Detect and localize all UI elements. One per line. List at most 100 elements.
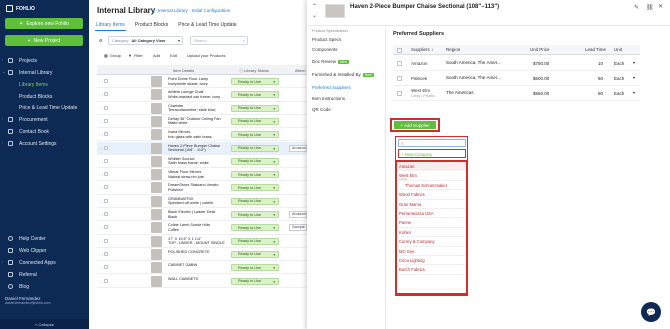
item-name[interactable]: Black Electric | Ladder Desk Black: [168, 210, 228, 220]
unit-select[interactable]: Each: [614, 76, 624, 81]
row-checkbox[interactable]: [104, 92, 108, 97]
row-checkbox[interactable]: [104, 265, 108, 270]
tab-product-blocks[interactable]: Product Blocks: [134, 21, 169, 31]
unit-select[interactable]: Each: [614, 61, 624, 66]
item-name[interactable]: WALL CABINETS: [168, 277, 228, 287]
unit-price-field[interactable]: $750.00: [533, 61, 549, 66]
item-name[interactable]: Haven 2-Piece Bumper Chaise Sectional (10…: [168, 144, 228, 154]
table-row[interactable]: ⋮⋮ Vilmar Floor Mirrors Natural straw rim …: [97, 168, 307, 182]
supplier-search-input[interactable]: ⌕: [398, 139, 466, 147]
status-select[interactable]: Ready to Use ▾: [231, 277, 279, 285]
row-checkbox[interactable]: [104, 225, 108, 230]
table-row[interactable]: ⋮⋮ Point Dome Floor Lamp Ivory/white shade…: [97, 75, 307, 89]
tab-price-lead-time[interactable]: Price & Lead Time Update: [177, 21, 237, 31]
category-select[interactable]: Category: All Category View ▾: [108, 36, 183, 45]
status-select[interactable]: Ready to Use ▾: [231, 184, 279, 192]
panel-nav-preferred-suppliers[interactable]: Preferred Suppliers: [312, 85, 351, 90]
status-select[interactable]: Ready to Use ▾: [231, 197, 279, 205]
sidebar-item-connected-apps[interactable]: › Connected Apps: [0, 257, 89, 268]
table-row[interactable]: ⋮⋮ Ivana Mirrors Iron glass with satin bra…: [97, 128, 307, 142]
close-icon[interactable]: ✕: [658, 3, 663, 10]
company-option[interactable]: Amazon: [397, 162, 466, 172]
panel-nav-doc-review[interactable]: Doc Review New: [312, 59, 350, 64]
row-checkbox[interactable]: [397, 76, 402, 81]
table-row[interactable]: ⋮⋮ GRAMMATRIX Speckled off-white | cubble R…: [97, 195, 307, 208]
alternate-tag[interactable]: Amazon: [289, 144, 307, 152]
row-checkbox[interactable]: [104, 278, 108, 283]
tab-library-items[interactable]: Library Items: [95, 21, 126, 31]
status-select[interactable]: Ready to Use ▾: [231, 211, 279, 218]
item-name[interactable]: DreamStone Statuario Venato Polished: [168, 183, 228, 193]
company-option[interactable]: Thomas Schoenmaker: [397, 181, 466, 191]
col-lead-time[interactable]: Lead Time: [585, 47, 606, 52]
chevron-down-icon[interactable]: ▾: [633, 75, 635, 80]
new-project-button[interactable]: + New Project: [5, 35, 83, 46]
item-name[interactable]: Ivana Mirrors Iron glass with satin brass: [168, 130, 228, 140]
unit-select[interactable]: Each: [614, 91, 624, 96]
item-name[interactable]: 17" X 19.5" X 1 1/4" TOP - UNDER - MOUNT …: [168, 237, 228, 247]
status-select[interactable]: Ready to Use ▾: [231, 78, 279, 85]
table-row[interactable]: ⋮⋮ DreamStone Statuario Venato Polished Rea…: [97, 181, 307, 195]
status-select[interactable]: Ready to Use ▾: [231, 91, 279, 99]
row-checkbox[interactable]: [104, 198, 108, 203]
item-name[interactable]: Delray 36" Outdoor Ceiling Fan Matte whit…: [168, 117, 228, 127]
supplier-name[interactable]: Palecek: [411, 76, 427, 81]
chevron-up-icon[interactable]: ⌃: [312, 3, 317, 10]
panel-nav-item-instructions[interactable]: Item Instructions: [312, 96, 345, 101]
collapse-sidebar-button[interactable]: « Collapse: [0, 319, 89, 329]
table-row[interactable]: ⋮⋮ POLISHED CONCRETE Ready to Use ▾: [97, 248, 307, 262]
status-select[interactable]: Ready to Use ▾: [231, 131, 279, 139]
search-input[interactable]: Search ⌕: [190, 36, 248, 45]
status-select[interactable]: Ready to Use ▾: [231, 104, 279, 112]
add-button[interactable]: Add: [153, 51, 160, 60]
new-company-option[interactable]: + New Company: [398, 149, 466, 158]
company-option[interactable]: Currey & Company: [397, 237, 466, 247]
supplier-row[interactable]: Amazon South America, The Amer... $750.00 1…: [393, 56, 640, 71]
table-row[interactable]: ⋮⋮ Whittier Sconce Satin brass frame; whit…: [97, 155, 307, 169]
region-select[interactable]: South America, The Amer...: [446, 60, 501, 65]
link-icon[interactable]: ⛓: [646, 4, 654, 11]
col-suppliers[interactable]: Suppliers ↕: [411, 47, 433, 52]
supplier-name[interactable]: Amazon: [411, 61, 428, 66]
sidebar-item-internal-library[interactable]: ⌄ Internal Library: [0, 67, 89, 78]
col-unit-price[interactable]: Unit Price: [530, 47, 550, 52]
filter-button[interactable]: ▼ Filter: [128, 51, 143, 60]
breadcrumb[interactable]: ⓘ Internal Library · Initial Configurati…: [152, 8, 230, 14]
panel-nav-qr-code[interactable]: QR Code: [312, 107, 331, 112]
sidebar-item-referral[interactable]: Referral: [0, 269, 89, 280]
col-item-details[interactable]: Item Details: [173, 68, 194, 73]
col-unit[interactable]: Unit: [614, 47, 622, 52]
upload-products-button[interactable]: Upload your Products: [187, 51, 225, 60]
sidebar-item-blog[interactable]: Blog: [0, 281, 89, 292]
row-checkbox[interactable]: [104, 185, 108, 190]
item-name[interactable]: Athlete Lounge Chair White-washed oak fra…: [168, 90, 228, 100]
company-option[interactable]: Kohler: [397, 228, 466, 238]
unit-price-field[interactable]: $600.00: [533, 76, 549, 81]
select-all-checkbox[interactable]: [397, 48, 402, 53]
panel-nav-product-specs[interactable]: Product Specs: [312, 37, 341, 42]
region-select[interactable]: South America, The Amer...: [446, 75, 501, 80]
item-name[interactable]: Point Dome Floor Lamp Ivory/white shade; …: [168, 77, 228, 87]
sidebar-item-library-items[interactable]: Library Items: [0, 79, 89, 90]
sidebar-item-web-clipper[interactable]: Web Clipper: [0, 245, 89, 256]
table-row[interactable]: ⋮⋮ Delray 36" Outdoor Ceiling Fan Matte wh…: [97, 115, 307, 129]
sidebar-item-price-lead-time[interactable]: Price & Lead Time Update: [0, 102, 89, 113]
table-row[interactable]: ⋮⋮ CABINET GABIN Ready to Use ▾: [97, 261, 307, 275]
sidebar-item-procurement[interactable]: › Procurement: [0, 114, 89, 125]
item-name[interactable]: Whittier Sconce Satin brass frame; white: [168, 157, 228, 167]
unit-price-field[interactable]: $550.00: [533, 91, 549, 96]
company-option[interactable]: Wood Fabrics: [397, 190, 466, 200]
row-checkbox[interactable]: [397, 61, 402, 66]
status-select[interactable]: Ready to Use ▾: [231, 144, 279, 152]
edit-button[interactable]: Edit: [170, 51, 177, 60]
alternate-tag[interactable]: Sample: [289, 224, 307, 232]
row-checkbox[interactable]: [104, 79, 108, 83]
region-select[interactable]: The Americas: [446, 90, 501, 95]
status-select[interactable]: Ready to Use ▾: [231, 171, 279, 179]
group-button[interactable]: ▦ Group: [104, 51, 121, 60]
lead-time-field[interactable]: 10: [598, 61, 603, 66]
user-profile[interactable]: Daniel Fernandez daniel.fernandez@fohlio.…: [5, 296, 50, 305]
company-option[interactable]: Burch Fabrics: [397, 265, 466, 275]
col-region[interactable]: Region: [446, 47, 460, 52]
item-name[interactable]: Vilmar Floor Mirrors Natural straw rim ju…: [168, 170, 228, 180]
